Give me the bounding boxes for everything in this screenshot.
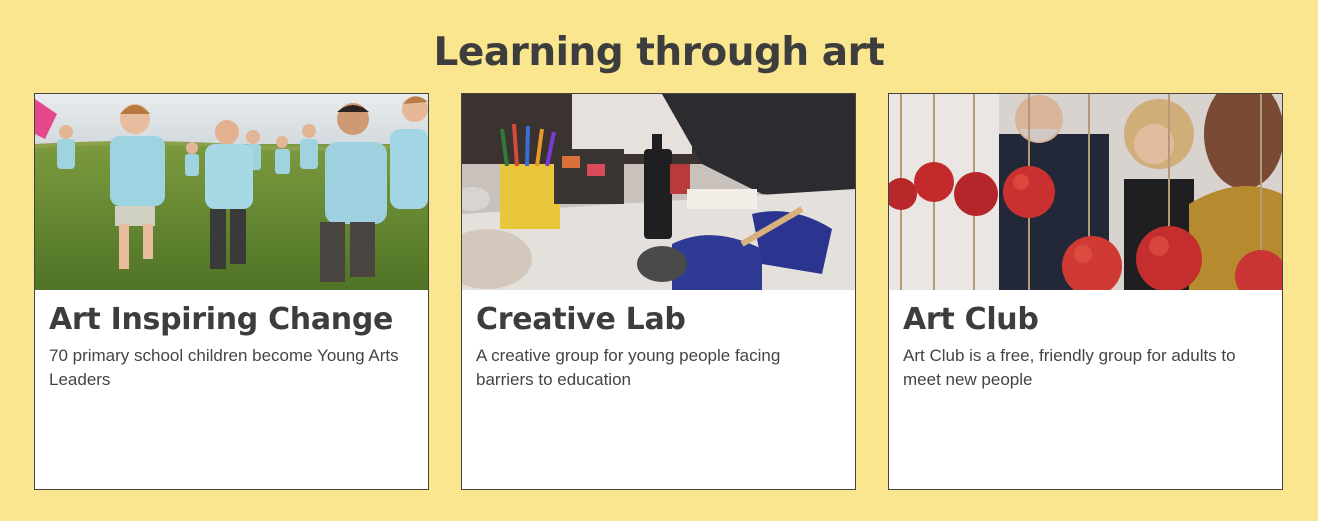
card-title[interactable]: Art Club (889, 290, 1282, 340)
card-description: A creative group for young people facing… (476, 346, 781, 389)
section-title: Learning through art (433, 30, 885, 75)
card-art-inspiring-change[interactable]: Art Inspiring Change 70 primary school c… (34, 93, 429, 490)
card-description: Art Club is a free, friendly group for a… (903, 346, 1236, 389)
card-description: 70 primary school children become Young … (49, 346, 399, 389)
card-image-children-running[interactable] (35, 94, 428, 290)
card-title[interactable]: Creative Lab (462, 290, 855, 340)
card-art-club[interactable]: Art Club Art Club is a free, friendly gr… (888, 93, 1283, 490)
card-creative-lab[interactable]: Creative Lab A creative group for young … (461, 93, 856, 490)
card-title[interactable]: Art Inspiring Change (35, 290, 428, 340)
card-image-art-table[interactable] (462, 94, 855, 290)
card-image-apple-installation[interactable] (889, 94, 1282, 290)
